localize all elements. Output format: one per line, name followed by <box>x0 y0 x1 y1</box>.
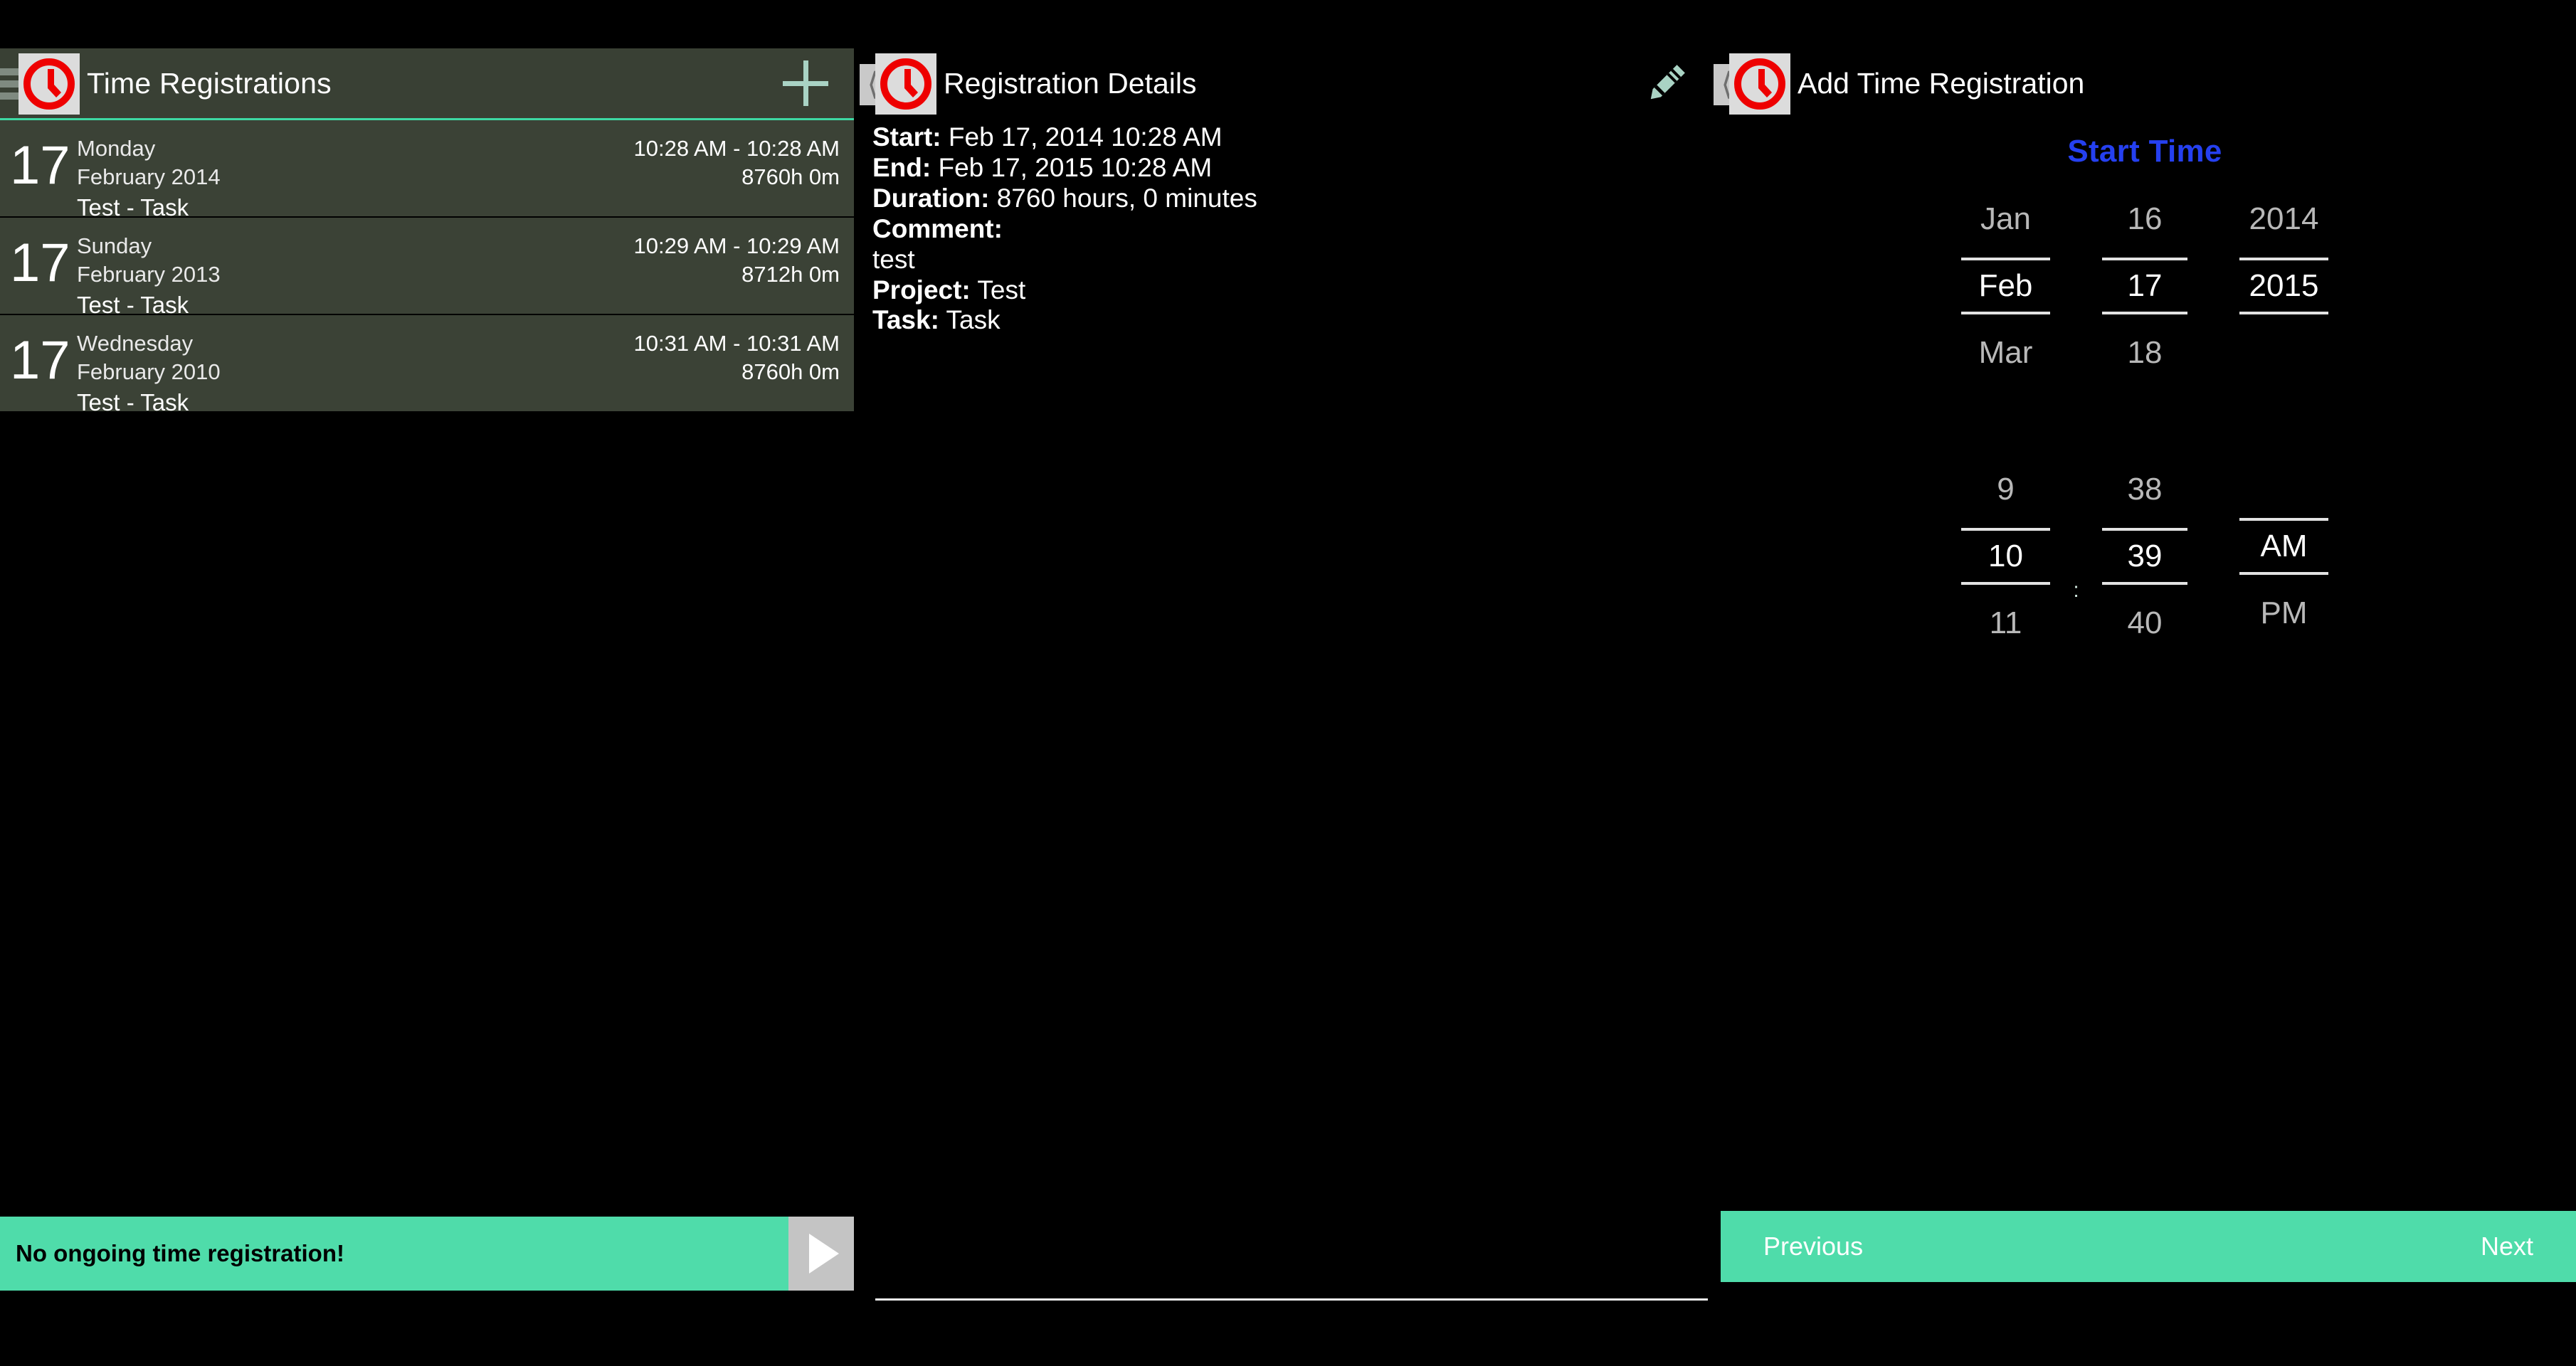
section-title: Start Time <box>2067 134 2222 169</box>
clock-icon <box>1729 53 1790 115</box>
day-previous[interactable]: 16 <box>2090 194 2200 245</box>
spinner-line-bottom <box>1961 582 2050 585</box>
registration-day: 17 <box>10 330 70 391</box>
clock-icon <box>19 53 80 115</box>
spinner-line-bottom <box>2239 312 2328 314</box>
registration-time-range: 10:31 AM - 10:31 AM <box>633 331 840 356</box>
registration-month-year: February 2010 <box>77 359 221 384</box>
detail-field-list: Start: Feb 17, 2014 10:28 AM End: Feb 17… <box>860 118 1708 336</box>
month-previous[interactable]: Jan <box>1949 194 2063 245</box>
detail-panel-header: ⟨ Registration Details <box>860 48 1708 118</box>
end-value: Feb 17, 2015 10:28 AM <box>938 152 1213 182</box>
project-label: Project: <box>872 275 971 305</box>
add-panel-header: ⟨ Add Time Registration <box>1714 48 2576 118</box>
duration-value: 8760 hours, 0 minutes <box>996 183 1257 213</box>
date-picker: Jan Feb Mar 16 17 18 2014 2015 <box>1714 194 2576 378</box>
table-row[interactable]: 17 Wednesday February 2010 Test - Task 1… <box>0 315 854 415</box>
comment-field: Comment: <box>872 214 1708 245</box>
page-title: Registration Details <box>944 66 1197 100</box>
left-panel-header: Time Registrations <box>0 48 854 118</box>
registration-time-range: 10:29 AM - 10:29 AM <box>633 233 840 258</box>
registration-time-range: 10:28 AM - 10:28 AM <box>633 136 840 161</box>
end-field: End: Feb 17, 2015 10:28 AM <box>872 153 1708 184</box>
meridiem-selected[interactable]: AM <box>2227 521 2341 572</box>
year-selected[interactable]: 2015 <box>2227 260 2341 312</box>
page-title: Add Time Registration <box>1798 66 2085 100</box>
hour-next[interactable]: 11 <box>1949 598 2063 649</box>
app-root: Time Registrations 17 Monday February 20… <box>0 0 2576 1366</box>
play-triangle <box>809 1234 839 1274</box>
meridiem-next[interactable]: PM <box>2227 588 2341 639</box>
registration-details-panel: ⟨ Registration Details Start: Feb 17, 20… <box>860 48 1708 1366</box>
registration-project-task: Test - Task <box>77 389 189 415</box>
previous-button[interactable]: Previous <box>1763 1232 1863 1261</box>
start-field: Start: Feb 17, 2014 10:28 AM <box>872 122 1708 153</box>
registration-weekday: Monday <box>77 136 156 161</box>
spinner-line-bottom <box>2101 312 2188 314</box>
year-next[interactable] <box>2227 327 2341 347</box>
registration-duration: 8760h 0m <box>741 164 840 189</box>
task-value: Task <box>946 305 1001 335</box>
month-selected[interactable]: Feb <box>1949 260 2063 312</box>
minute-spinner[interactable]: 38 39 40 <box>2090 464 2200 649</box>
project-field: Project: Test <box>872 275 1708 306</box>
comment-label: Comment: <box>872 213 1003 243</box>
duration-field: Duration: 8760 hours, 0 minutes <box>872 184 1708 214</box>
registration-month-year: February 2013 <box>77 262 221 287</box>
plus-icon[interactable] <box>783 60 828 106</box>
duration-label: Duration: <box>872 183 990 213</box>
pencil-icon[interactable] <box>1639 57 1693 111</box>
registration-weekday: Sunday <box>77 233 152 258</box>
minute-previous[interactable]: 38 <box>2090 464 2200 515</box>
registration-duration: 8760h 0m <box>741 359 840 384</box>
task-label: Task: <box>872 305 939 335</box>
spinner-line-bottom <box>2239 572 2328 575</box>
table-row[interactable]: 17 Monday February 2014 Test - Task 10:2… <box>0 120 854 221</box>
add-time-registration-panel: ⟨ Add Time Registration Start Time Jan F… <box>1714 48 2576 1366</box>
year-spinner[interactable]: 2014 2015 <box>2227 194 2341 347</box>
ongoing-status-bar: No ongoing time registration! <box>0 1217 854 1291</box>
table-row[interactable]: 17 Sunday February 2013 Test - Task 10:2… <box>0 218 854 318</box>
registration-list: 17 Monday February 2014 Test - Task 10:2… <box>0 120 854 415</box>
registration-day: 17 <box>10 135 70 196</box>
registration-duration: 8712h 0m <box>741 262 840 287</box>
day-spinner[interactable]: 16 17 18 <box>2090 194 2200 378</box>
hour-previous[interactable]: 9 <box>1949 464 2063 515</box>
meridiem-spinner[interactable]: AM PM <box>2227 464 2341 639</box>
clock-icon <box>875 53 936 115</box>
day-next[interactable]: 18 <box>2090 327 2200 378</box>
minute-next[interactable]: 40 <box>2090 598 2200 649</box>
hour-selected[interactable]: 10 <box>1949 531 2063 582</box>
start-label: Start: <box>872 122 941 152</box>
month-next[interactable]: Mar <box>1949 327 2063 378</box>
month-spinner[interactable]: Jan Feb Mar <box>1949 194 2063 378</box>
start-value: Feb 17, 2014 10:28 AM <box>948 122 1223 152</box>
next-button[interactable]: Next <box>2481 1232 2533 1261</box>
page-title: Time Registrations <box>87 66 332 100</box>
registration-month-year: February 2014 <box>77 164 221 189</box>
end-label: End: <box>872 152 931 182</box>
time-separator: : <box>2073 578 2079 602</box>
spinner-line-bottom <box>1961 312 2050 314</box>
wizard-nav-bar: Previous Next <box>1721 1211 2576 1282</box>
day-selected[interactable]: 17 <box>2090 260 2200 312</box>
comment-value: test <box>872 244 915 274</box>
status-message: No ongoing time registration! <box>0 1217 788 1291</box>
project-value: Test <box>977 275 1026 305</box>
spinner-line-bottom <box>2101 582 2188 585</box>
time-registrations-panel: Time Registrations 17 Monday February 20… <box>0 48 854 1366</box>
year-previous[interactable]: 2014 <box>2227 194 2341 245</box>
time-picker: 9 10 11 : 38 39 40 AM PM <box>1714 464 2576 649</box>
registration-day: 17 <box>10 233 70 293</box>
detail-bottom-divider <box>875 1298 1708 1301</box>
hour-spinner[interactable]: 9 10 11 <box>1949 464 2063 649</box>
task-field: Task: Task <box>872 305 1708 336</box>
play-icon[interactable] <box>788 1217 854 1291</box>
minute-selected[interactable]: 39 <box>2090 531 2200 582</box>
registration-weekday: Wednesday <box>77 331 194 356</box>
